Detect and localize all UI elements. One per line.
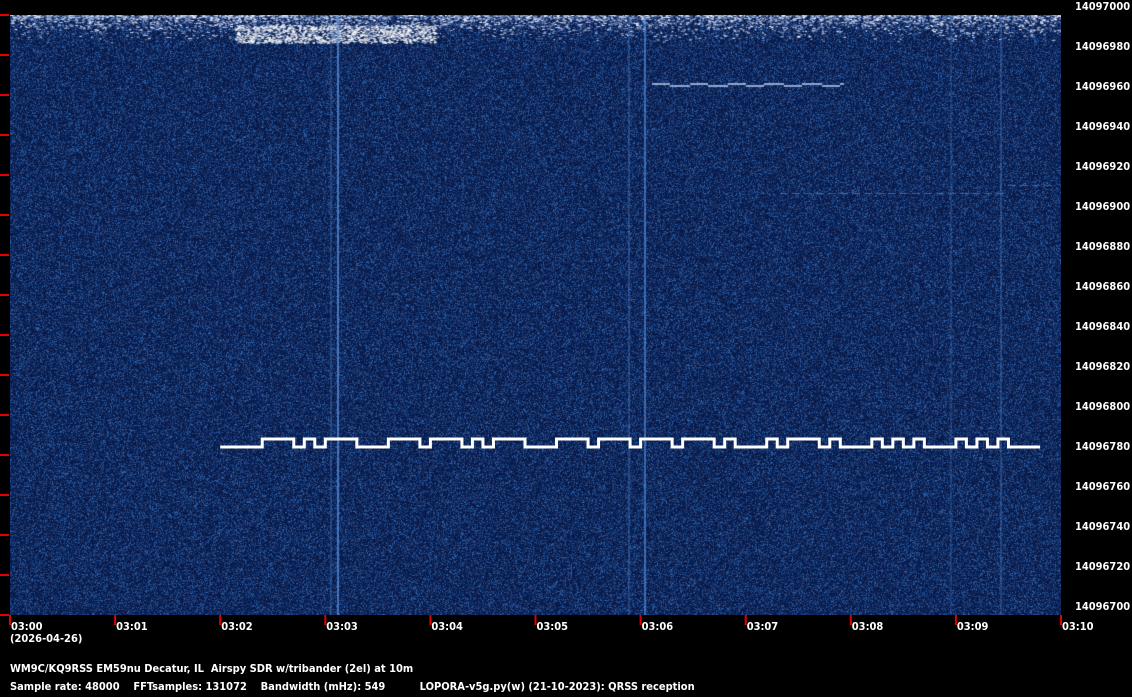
x-tick-label: 03:07 xyxy=(747,620,779,633)
y-tick-label: 14096920 xyxy=(1075,161,1130,173)
date-label: (2026-04-26) xyxy=(10,632,82,645)
station-info: WM9C/KQ9RSS EM59nu Decatur, IL Airspy SD… xyxy=(10,662,413,675)
y-tick-label: 14097000 xyxy=(1075,1,1130,13)
y-tick-label: 14096720 xyxy=(1075,561,1130,573)
x-tick-label: 03:06 xyxy=(642,620,674,633)
y-tick-label: 14096940 xyxy=(1075,121,1130,133)
y-tick-label: 14096780 xyxy=(1075,441,1130,453)
y-tick-label: 14096960 xyxy=(1075,81,1130,93)
x-tick-label: 03:09 xyxy=(957,620,989,633)
y-tick-label: 14096980 xyxy=(1075,41,1130,53)
x-tick-label: 03:05 xyxy=(537,620,569,633)
x-tick-label: 03:04 xyxy=(431,620,463,633)
y-tick-label: 14096800 xyxy=(1075,401,1130,413)
x-tick-label: 03:10 xyxy=(1062,620,1094,633)
y-tick-label: 14096840 xyxy=(1075,321,1130,333)
x-tick-label: 03:01 xyxy=(116,620,148,633)
chart-overlay xyxy=(0,0,1132,697)
y-tick-label: 14096900 xyxy=(1075,201,1130,213)
y-tick-label: 14096700 xyxy=(1075,601,1130,613)
y-tick-label: 14096880 xyxy=(1075,241,1130,253)
y-tick-label: 14096860 xyxy=(1075,281,1130,293)
x-tick-label: 03:03 xyxy=(326,620,358,633)
y-tick-label: 14096760 xyxy=(1075,481,1130,493)
x-tick-label: 03:02 xyxy=(221,620,253,633)
y-tick-label: 14096820 xyxy=(1075,361,1130,373)
acquisition-params: Sample rate: 48000 FFTsamples: 131072 Ba… xyxy=(10,680,695,693)
y-tick-label: 14096740 xyxy=(1075,521,1130,533)
fsk-signal-trace xyxy=(220,439,1040,447)
x-tick-label: 03:08 xyxy=(852,620,884,633)
